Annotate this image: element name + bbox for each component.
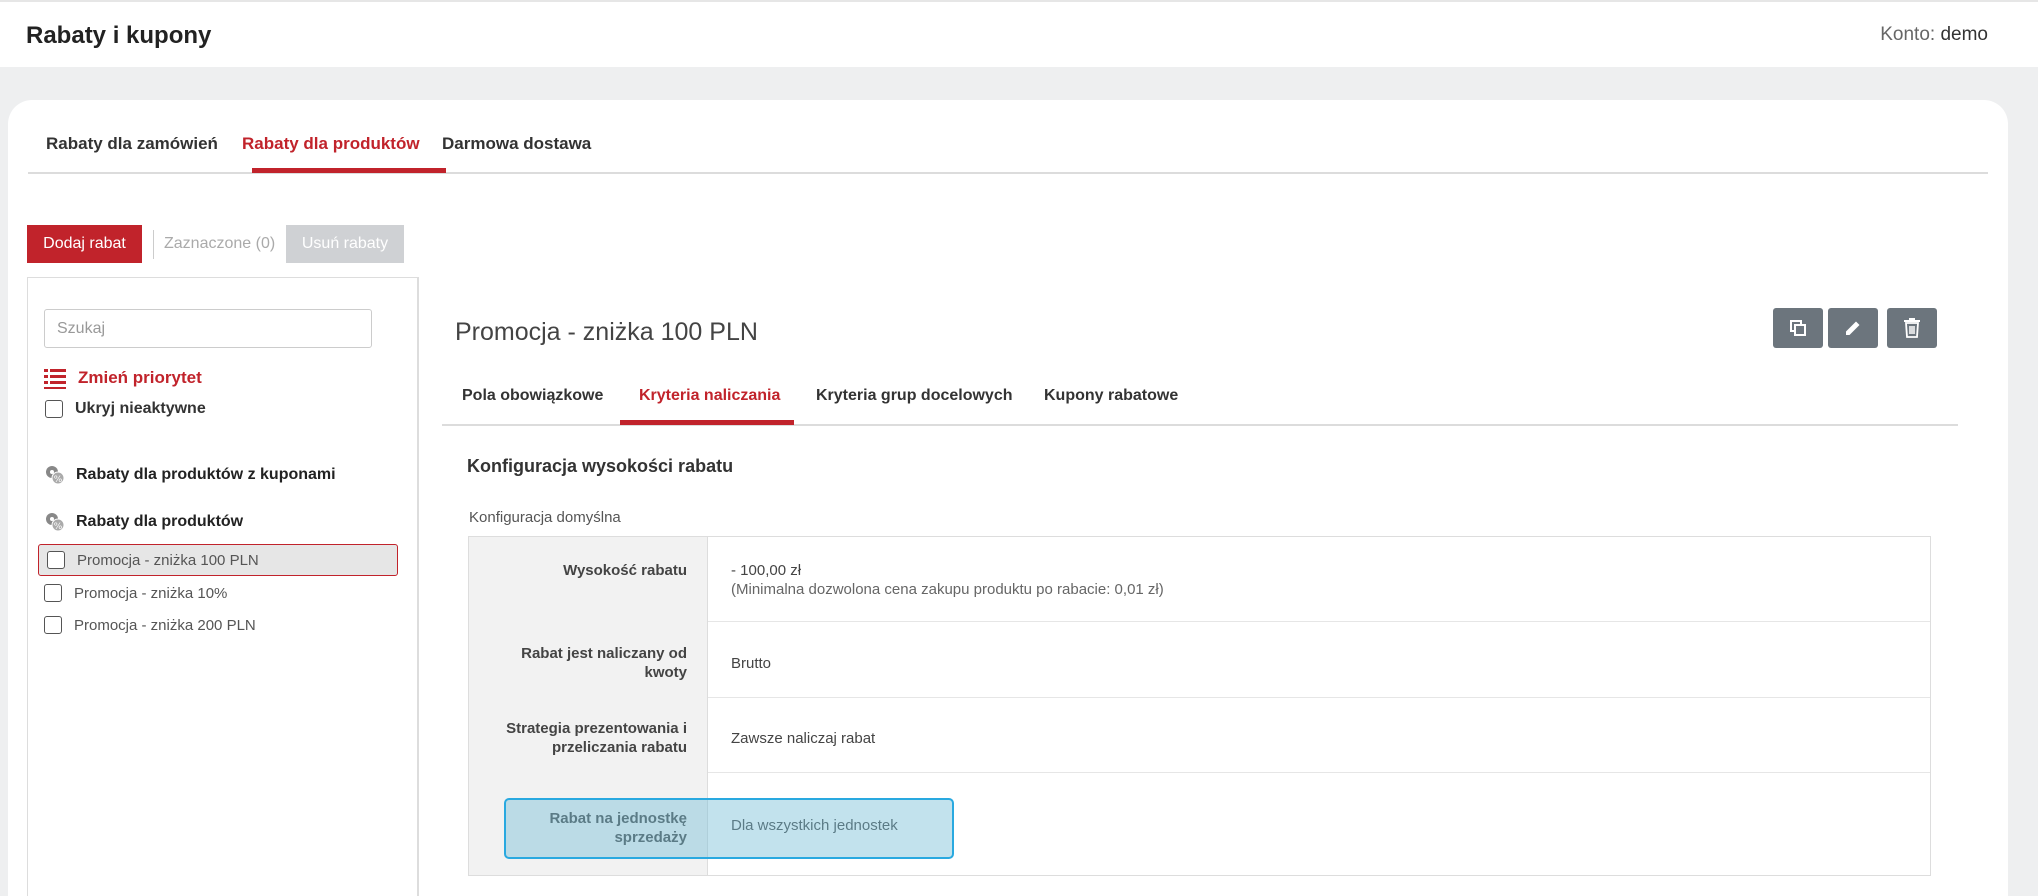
list-item-discount-200pln[interactable]: Promocja - zniżka 200 PLN bbox=[36, 609, 396, 641]
checkbox-icon[interactable] bbox=[47, 551, 65, 569]
selected-count: Zaznaczone (0) bbox=[164, 235, 276, 252]
change-priority-label: Zmień priorytet bbox=[78, 368, 202, 387]
delete-button[interactable] bbox=[1887, 308, 1937, 348]
row-divider bbox=[708, 697, 1930, 698]
hide-inactive-label: Ukryj nieaktywne bbox=[75, 400, 206, 417]
row-value-strategy: Zawsze naliczaj rabat bbox=[731, 730, 876, 747]
list-item-discount-10pct[interactable]: Promocja - zniżka 10% bbox=[36, 577, 396, 609]
tab-free-shipping[interactable]: Darmowa dostawa bbox=[442, 134, 591, 154]
copy-button[interactable] bbox=[1773, 308, 1823, 348]
change-priority-link[interactable]: Zmień priorytet bbox=[44, 366, 202, 390]
tab-calculation-criteria[interactable]: Kryteria naliczania bbox=[639, 387, 780, 405]
pencil-icon bbox=[1846, 321, 1860, 335]
page-title: Rabaty i kupony bbox=[26, 22, 212, 49]
edit-button[interactable] bbox=[1828, 308, 1878, 348]
list-item-label: Promocja - zniżka 200 PLN bbox=[74, 616, 256, 634]
row-label-discount-amount: Wysokość rabatu bbox=[563, 562, 687, 579]
account-label: Konto: bbox=[1880, 24, 1936, 45]
list-item-label: Promocja - zniżka 100 PLN bbox=[77, 551, 259, 569]
tab-required-fields[interactable]: Pola obowiązkowe bbox=[462, 387, 603, 405]
active-tab-indicator bbox=[620, 420, 794, 425]
group-coupon-discounts[interactable]: % Rabaty dla produktów z kuponami bbox=[44, 464, 336, 486]
copy-icon bbox=[1790, 320, 1806, 336]
svg-text:%: % bbox=[54, 522, 63, 532]
checkbox-icon[interactable] bbox=[44, 584, 62, 602]
group-product-discounts[interactable]: % Rabaty dla produktów bbox=[44, 511, 243, 533]
list-item-label: Promocja - zniżka 10% bbox=[74, 584, 228, 602]
hide-inactive-checkbox[interactable]: Ukryj nieaktywne bbox=[45, 400, 206, 418]
top-bar: Rabaty i kupony Konto: demo bbox=[0, 0, 2038, 67]
main-tabs: Rabaty dla zamówień Rabaty dla produktów… bbox=[28, 124, 1988, 174]
row-divider bbox=[708, 621, 1930, 622]
toolbar-divider bbox=[153, 230, 154, 259]
tab-order-discounts[interactable]: Rabaty dla zamówień bbox=[46, 134, 218, 154]
group-label: Rabaty dla produktów bbox=[76, 513, 244, 530]
active-tab-indicator bbox=[252, 168, 446, 173]
checkbox-icon[interactable] bbox=[44, 616, 62, 634]
row-label-calculated-from: Rabat jest naliczany od kwoty bbox=[521, 645, 687, 681]
checkbox-icon bbox=[45, 400, 63, 418]
min-price-note: (Minimalna dozwolona cena zakupu produkt… bbox=[731, 581, 1164, 598]
discount-title: Promocja - zniżka 100 PLN bbox=[455, 318, 758, 346]
detail-tabs: Pola obowiązkowe Kryteria naliczania Kry… bbox=[442, 370, 1958, 426]
tab-target-group-criteria[interactable]: Kryteria grup docelowych bbox=[816, 387, 1013, 405]
row-value-discount-amount: - 100,00 zł (Minimalna dozwolona cena za… bbox=[731, 561, 1164, 599]
group-label: Rabaty dla produktów z kuponami bbox=[76, 466, 336, 483]
account-info[interactable]: Konto: demo bbox=[1880, 24, 1988, 46]
discount-value: - 100,00 zł bbox=[731, 562, 802, 579]
search-input[interactable] bbox=[44, 309, 372, 348]
add-discount-button[interactable]: Dodaj rabat bbox=[27, 225, 142, 263]
list-icon bbox=[44, 368, 66, 389]
discount-tags-icon: % bbox=[46, 513, 65, 532]
svg-text:%: % bbox=[54, 475, 63, 485]
section-title: Konfiguracja wysokości rabatu bbox=[467, 456, 734, 476]
row-value-calculated-from: Brutto bbox=[731, 655, 772, 672]
discount-tags-icon: % bbox=[46, 466, 65, 485]
section-subtitle: Konfiguracja domyślna bbox=[469, 509, 621, 526]
row-label-strategy: Strategia prezentowania i przeliczania r… bbox=[506, 720, 687, 756]
trash-icon bbox=[1904, 318, 1920, 338]
tab-product-discounts[interactable]: Rabaty dla produktów bbox=[242, 134, 420, 154]
list-item-discount-100pln[interactable]: Promocja - zniżka 100 PLN bbox=[38, 544, 398, 576]
remove-discounts-button[interactable]: Usuń rabaty bbox=[286, 225, 404, 263]
account-user: demo bbox=[1940, 24, 1988, 45]
row-divider bbox=[708, 772, 1930, 773]
tab-discount-coupons[interactable]: Kupony rabatowe bbox=[1044, 387, 1178, 405]
highlight-overlay bbox=[504, 798, 954, 859]
